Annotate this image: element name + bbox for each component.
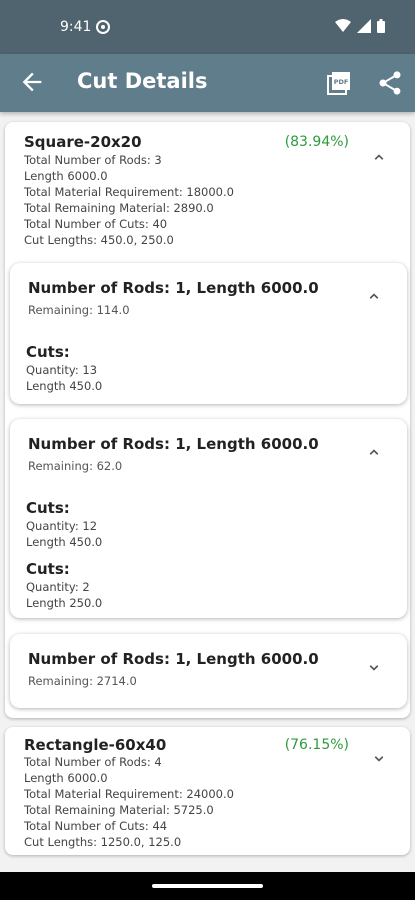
rod-title: Number of Rods: 1, Length 6000.0 (28, 279, 319, 297)
status-time: 9:41 (60, 19, 92, 35)
rod-remaining: Remaining: 2714.0 (28, 674, 137, 688)
group-title: Rectangle-60x40 (24, 736, 167, 754)
cut-quantity: Quantity: 2 (26, 580, 90, 594)
stat-material-requirement: Total Material Requirement: 24000.0 (24, 787, 234, 801)
cut-quantity: Quantity: 12 (26, 519, 98, 533)
chevron-down-icon[interactable] (370, 750, 388, 768)
cuts-label: Cuts: (26, 343, 70, 361)
battery-icon (377, 19, 385, 33)
app-bar: Cut Details PDF (0, 54, 415, 112)
rod-card[interactable]: Number of Rods: 1, Length 6000.0 Remaini… (10, 263, 407, 404)
sync-icon (96, 20, 110, 34)
rod-title: Number of Rods: 1, Length 6000.0 (28, 435, 319, 453)
group-title: Square-20x20 (24, 133, 142, 151)
chevron-up-icon[interactable] (365, 443, 383, 461)
usage-percent: (76.15%) (284, 737, 349, 753)
stat-rods: Total Number of Rods: 4 (24, 755, 162, 769)
cuts-label: Cuts: (26, 499, 70, 517)
cut-length: Length 450.0 (26, 379, 103, 393)
pdf-icon[interactable]: PDF (326, 70, 352, 96)
usage-percent: (83.94%) (284, 134, 349, 150)
rod-title: Number of Rods: 1, Length 6000.0 (28, 650, 319, 668)
stat-remaining-material: Total Remaining Material: 2890.0 (24, 201, 214, 215)
status-icons (335, 19, 385, 33)
page-title: Cut Details (77, 69, 208, 93)
back-arrow-icon[interactable] (18, 68, 46, 96)
signal-icon (357, 19, 371, 33)
stat-remaining-material: Total Remaining Material: 5725.0 (24, 803, 214, 817)
stat-rods: Total Number of Rods: 3 (24, 153, 162, 167)
cut-details-list[interactable]: Square-20x20 (83.94%) Total Number of Ro… (0, 112, 415, 872)
rod-card[interactable]: Number of Rods: 1, Length 6000.0 Remaini… (10, 419, 407, 618)
status-bar: 9:41 (0, 0, 415, 54)
chevron-up-icon[interactable] (365, 287, 383, 305)
wifi-icon (335, 19, 351, 32)
chevron-down-icon[interactable] (365, 659, 383, 677)
rod-remaining: Remaining: 114.0 (28, 303, 130, 317)
stat-material-requirement: Total Material Requirement: 18000.0 (24, 185, 234, 199)
chevron-up-icon[interactable] (370, 148, 388, 166)
stat-number-of-cuts: Total Number of Cuts: 40 (24, 217, 168, 231)
stat-cut-lengths: Cut Lengths: 1250.0, 125.0 (24, 835, 182, 849)
stat-length: Length 6000.0 (24, 771, 108, 785)
share-icon[interactable] (376, 69, 404, 97)
stat-cut-lengths: Cut Lengths: 450.0, 250.0 (24, 233, 174, 247)
stat-number-of-cuts: Total Number of Cuts: 44 (24, 819, 168, 833)
home-handle[interactable] (152, 884, 263, 888)
material-group-rectangle[interactable]: Rectangle-60x40 (76.15%) Total Number of… (5, 727, 410, 855)
rod-remaining: Remaining: 62.0 (28, 459, 123, 473)
rod-card[interactable]: Number of Rods: 1, Length 6000.0 Remaini… (10, 634, 407, 708)
cuts-label: Cuts: (26, 560, 70, 578)
stat-length: Length 6000.0 (24, 169, 108, 183)
svg-text:PDF: PDF (334, 78, 349, 86)
cut-length: Length 250.0 (26, 596, 103, 610)
cut-quantity: Quantity: 13 (26, 363, 98, 377)
cut-length: Length 450.0 (26, 535, 103, 549)
